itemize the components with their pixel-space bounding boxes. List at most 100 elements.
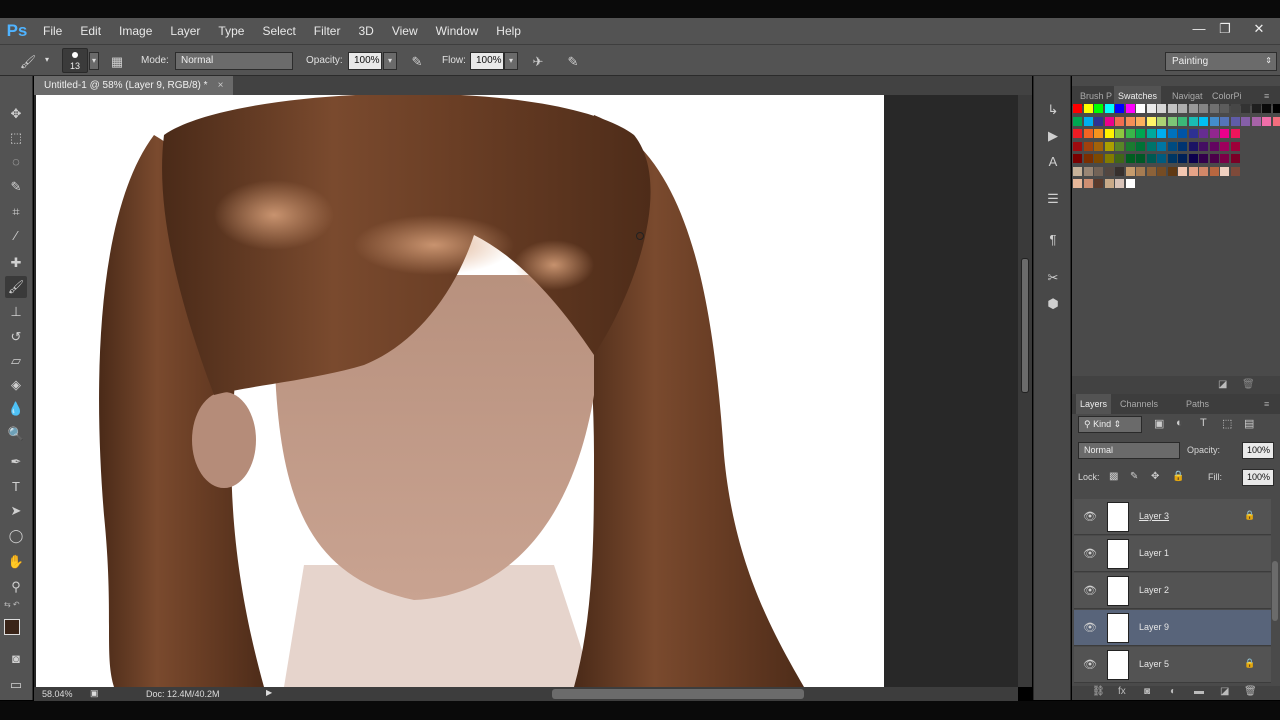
pressure-size-icon[interactable]: ✎ bbox=[563, 53, 583, 71]
color-swatch[interactable] bbox=[1115, 104, 1124, 113]
panel-menu-icon[interactable]: ≡ bbox=[1260, 86, 1273, 106]
menu-window[interactable]: Window bbox=[427, 18, 488, 44]
history-panel-icon[interactable]: ↳ bbox=[1043, 100, 1063, 120]
new-group-icon[interactable]: ▬ bbox=[1194, 686, 1204, 697]
minimize-button[interactable]: — bbox=[1186, 18, 1212, 40]
filter-smart-object-icon[interactable]: ▤ bbox=[1244, 417, 1254, 430]
mode-select[interactable]: Normal bbox=[175, 52, 293, 70]
color-swatch[interactable] bbox=[1104, 179, 1114, 188]
color-swatch[interactable] bbox=[1199, 116, 1208, 126]
paragraph-panel-icon[interactable]: ¶ bbox=[1043, 230, 1063, 250]
layer-name[interactable]: Layer 9 bbox=[1139, 622, 1169, 632]
color-swatch[interactable] bbox=[1146, 129, 1156, 138]
blend-mode-select[interactable]: Normal bbox=[1078, 442, 1180, 459]
color-swatch[interactable] bbox=[1073, 179, 1082, 188]
lock-pixels-icon[interactable]: ✎ bbox=[1130, 471, 1138, 482]
layer-row[interactable]: 👁 Layer 3 🔒 bbox=[1074, 499, 1271, 535]
color-swatch[interactable] bbox=[1167, 116, 1177, 126]
color-swatch[interactable] bbox=[1157, 154, 1166, 163]
menu-layer[interactable]: Layer bbox=[161, 18, 209, 44]
new-layer-icon[interactable]: ◪ bbox=[1220, 686, 1229, 697]
color-swatch[interactable] bbox=[1209, 104, 1219, 113]
paint-bucket-tool-icon[interactable]: ◈ bbox=[5, 374, 27, 396]
color-swatch[interactable] bbox=[1073, 104, 1082, 113]
tab-layers[interactable]: Layers bbox=[1076, 394, 1112, 414]
brush-tool-icon[interactable]: 🖌 bbox=[18, 53, 38, 71]
color-swatch[interactable] bbox=[1073, 116, 1082, 126]
color-swatch[interactable] bbox=[1136, 129, 1145, 138]
color-swatch[interactable] bbox=[1073, 166, 1082, 176]
layer-row[interactable]: 👁 Layer 2 bbox=[1074, 573, 1271, 609]
color-swatch[interactable] bbox=[1199, 154, 1208, 163]
color-swatch[interactable] bbox=[1115, 154, 1124, 163]
filter-pixel-icon[interactable]: ▣ bbox=[1154, 417, 1164, 430]
color-swatch[interactable] bbox=[1104, 154, 1114, 163]
layer-name[interactable]: Layer 3 bbox=[1139, 511, 1169, 521]
tab-navigator[interactable]: Navigat bbox=[1168, 86, 1207, 106]
color-swatch[interactable] bbox=[1136, 116, 1145, 126]
close-tab-icon[interactable]: × bbox=[218, 80, 224, 91]
layer-row-selected[interactable]: 👁 Layer 9 bbox=[1074, 610, 1271, 646]
quick-select-tool-icon[interactable]: ✎ bbox=[5, 176, 27, 198]
menu-edit[interactable]: Edit bbox=[71, 18, 110, 44]
delete-swatch-icon[interactable]: 🗑 bbox=[1242, 379, 1255, 390]
color-swatch[interactable] bbox=[1188, 154, 1198, 163]
3d-panel-icon[interactable]: ⬢ bbox=[1043, 294, 1063, 314]
clone-stamp-tool-icon[interactable]: ⊥ bbox=[5, 301, 27, 323]
delete-layer-icon[interactable]: 🗑 bbox=[1244, 686, 1257, 697]
color-swatch[interactable] bbox=[1104, 116, 1114, 126]
menu-type[interactable]: Type bbox=[209, 18, 253, 44]
color-swatch[interactable] bbox=[1125, 129, 1135, 138]
layers-scroll-thumb[interactable] bbox=[1272, 561, 1278, 621]
color-swatch[interactable] bbox=[1220, 166, 1229, 176]
color-swatch[interactable] bbox=[1125, 154, 1135, 163]
color-swatch[interactable] bbox=[1230, 141, 1240, 151]
color-swatch[interactable] bbox=[1209, 129, 1219, 138]
color-swatch[interactable] bbox=[1083, 154, 1093, 163]
status-menu-arrow-icon[interactable]: ▶ bbox=[266, 688, 272, 697]
color-swatch[interactable] bbox=[1262, 104, 1271, 113]
color-swatch[interactable] bbox=[1188, 116, 1198, 126]
character-panel-icon[interactable]: A bbox=[1043, 152, 1063, 172]
color-swatch[interactable] bbox=[1230, 129, 1240, 138]
color-swatch[interactable] bbox=[1094, 129, 1103, 138]
color-swatch[interactable] bbox=[1241, 116, 1250, 126]
menu-filter[interactable]: Filter bbox=[305, 18, 350, 44]
color-swatch[interactable] bbox=[1083, 141, 1093, 151]
color-swatch[interactable] bbox=[1083, 179, 1093, 188]
color-swatch[interactable] bbox=[1094, 166, 1103, 176]
zoom-tool-icon[interactable]: ⚲ bbox=[5, 576, 27, 598]
color-swatch[interactable] bbox=[1230, 166, 1240, 176]
foreground-color-swatch[interactable] bbox=[4, 619, 20, 635]
menu-help[interactable]: Help bbox=[487, 18, 530, 44]
color-swatch[interactable] bbox=[1115, 179, 1124, 188]
tab-brush-presets[interactable]: Brush P bbox=[1076, 86, 1116, 106]
color-swatch[interactable] bbox=[1251, 104, 1261, 113]
eyedropper-tool-icon[interactable]: ⁄ bbox=[5, 225, 27, 247]
color-swatch[interactable] bbox=[1272, 104, 1280, 113]
workspace-select[interactable]: Painting ⇕ bbox=[1165, 52, 1277, 71]
color-swatch[interactable] bbox=[1083, 166, 1093, 176]
color-swatch[interactable] bbox=[1230, 154, 1240, 163]
menu-3d[interactable]: 3D bbox=[349, 18, 382, 44]
panel-menu-icon[interactable]: ≡ bbox=[1260, 394, 1273, 414]
menu-view[interactable]: View bbox=[383, 18, 427, 44]
color-swatch[interactable] bbox=[1178, 116, 1187, 126]
menu-file[interactable]: File bbox=[34, 18, 71, 44]
color-swatch[interactable] bbox=[1167, 166, 1177, 176]
color-swatch[interactable] bbox=[1115, 141, 1124, 151]
color-swatch[interactable] bbox=[1157, 141, 1166, 151]
adjustments-panel-icon[interactable]: ☰ bbox=[1043, 189, 1063, 209]
horizontal-scroll-thumb[interactable] bbox=[552, 689, 804, 699]
quick-mask-icon[interactable]: ◙ bbox=[5, 648, 27, 670]
color-swatch[interactable] bbox=[1083, 116, 1093, 126]
brush-size-picker[interactable]: 13 bbox=[62, 48, 88, 73]
color-swatch[interactable] bbox=[1209, 166, 1219, 176]
layer-name[interactable]: Layer 1 bbox=[1139, 548, 1169, 558]
tool-presets-icon[interactable]: ✂ bbox=[1043, 268, 1063, 288]
lock-transparency-icon[interactable]: ▩ bbox=[1109, 471, 1118, 482]
color-swatch[interactable] bbox=[1178, 141, 1187, 151]
color-swatch[interactable] bbox=[1188, 166, 1198, 176]
color-swatch[interactable] bbox=[1104, 129, 1114, 138]
flow-dropdown[interactable]: ▾ bbox=[504, 52, 518, 70]
